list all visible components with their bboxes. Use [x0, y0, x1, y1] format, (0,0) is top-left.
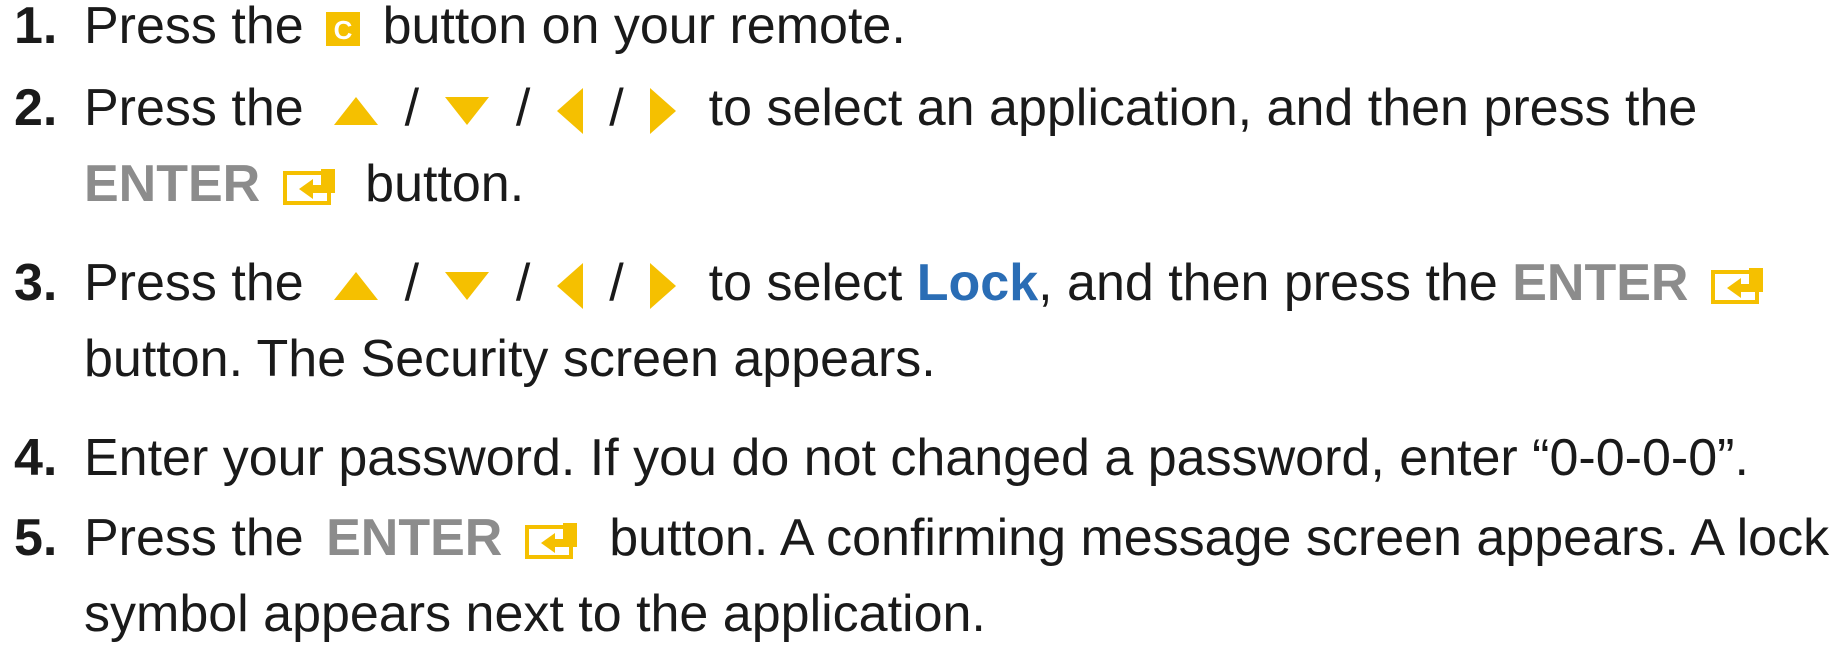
step-number: 3. [14, 254, 58, 312]
step-text: to select an application, and then press… [708, 79, 1698, 137]
separator: / [609, 254, 624, 312]
right-arrow-icon [648, 86, 678, 136]
instruction-steps: 1. Press the C button on your remote. 2.… [0, 0, 1837, 670]
up-arrow-icon [332, 270, 380, 302]
step-line: Press the / / / to select Lock, and then… [84, 245, 1767, 321]
step-text: , and then press the [1038, 254, 1498, 312]
step-line: Press the ENTER button. A confirming mes… [84, 500, 1829, 576]
step-text: button. [365, 155, 525, 213]
enter-icon [1710, 266, 1767, 306]
step-text: button on your remote. [382, 0, 906, 55]
enter-label: ENTER [84, 155, 261, 213]
down-arrow-icon [443, 95, 491, 127]
step-number: 1. [14, 0, 58, 55]
step-text: button. A confirming message screen appe… [609, 509, 1830, 567]
enter-label: ENTER [326, 509, 503, 567]
step-text: Press the [84, 0, 304, 55]
left-arrow-icon [555, 261, 585, 311]
svg-text:C: C [334, 15, 353, 45]
enter-icon [524, 521, 581, 561]
step-number: 2. [14, 79, 58, 137]
step-text: Enter your password. If you do not chang… [84, 429, 1749, 487]
step-line: button. The Security screen appears. [84, 321, 936, 397]
up-arrow-icon [332, 95, 380, 127]
right-arrow-icon [648, 261, 678, 311]
lock-option-label: Lock [916, 254, 1039, 312]
step-number: 4. [14, 429, 58, 487]
enter-icon [282, 167, 339, 207]
separator: / [515, 254, 531, 312]
step-text: Press the [84, 509, 304, 567]
separator: / [609, 79, 624, 137]
separator: / [404, 254, 420, 312]
step-number: 5. [14, 509, 58, 567]
left-arrow-icon [555, 86, 585, 136]
step-text: Press the [84, 254, 304, 312]
step-text: button. The Security screen appears. [84, 330, 936, 388]
step-text: Press the [84, 79, 304, 137]
down-arrow-icon [443, 270, 491, 302]
enter-label: ENTER [1512, 254, 1689, 312]
c-button-icon: C [326, 12, 361, 47]
separator: / [515, 79, 531, 137]
step-line: symbol appears next to the application. [84, 576, 986, 652]
step-line: Press the C button on your remote. [84, 0, 906, 64]
step-line: ENTER button. [84, 146, 524, 222]
step-text: to select [708, 254, 903, 312]
step-line: Enter your password. If you do not chang… [84, 420, 1749, 496]
step-line: Press the / / / to select an application… [84, 70, 1697, 146]
separator: / [404, 79, 420, 137]
step-text: symbol appears next to the application. [84, 585, 986, 643]
